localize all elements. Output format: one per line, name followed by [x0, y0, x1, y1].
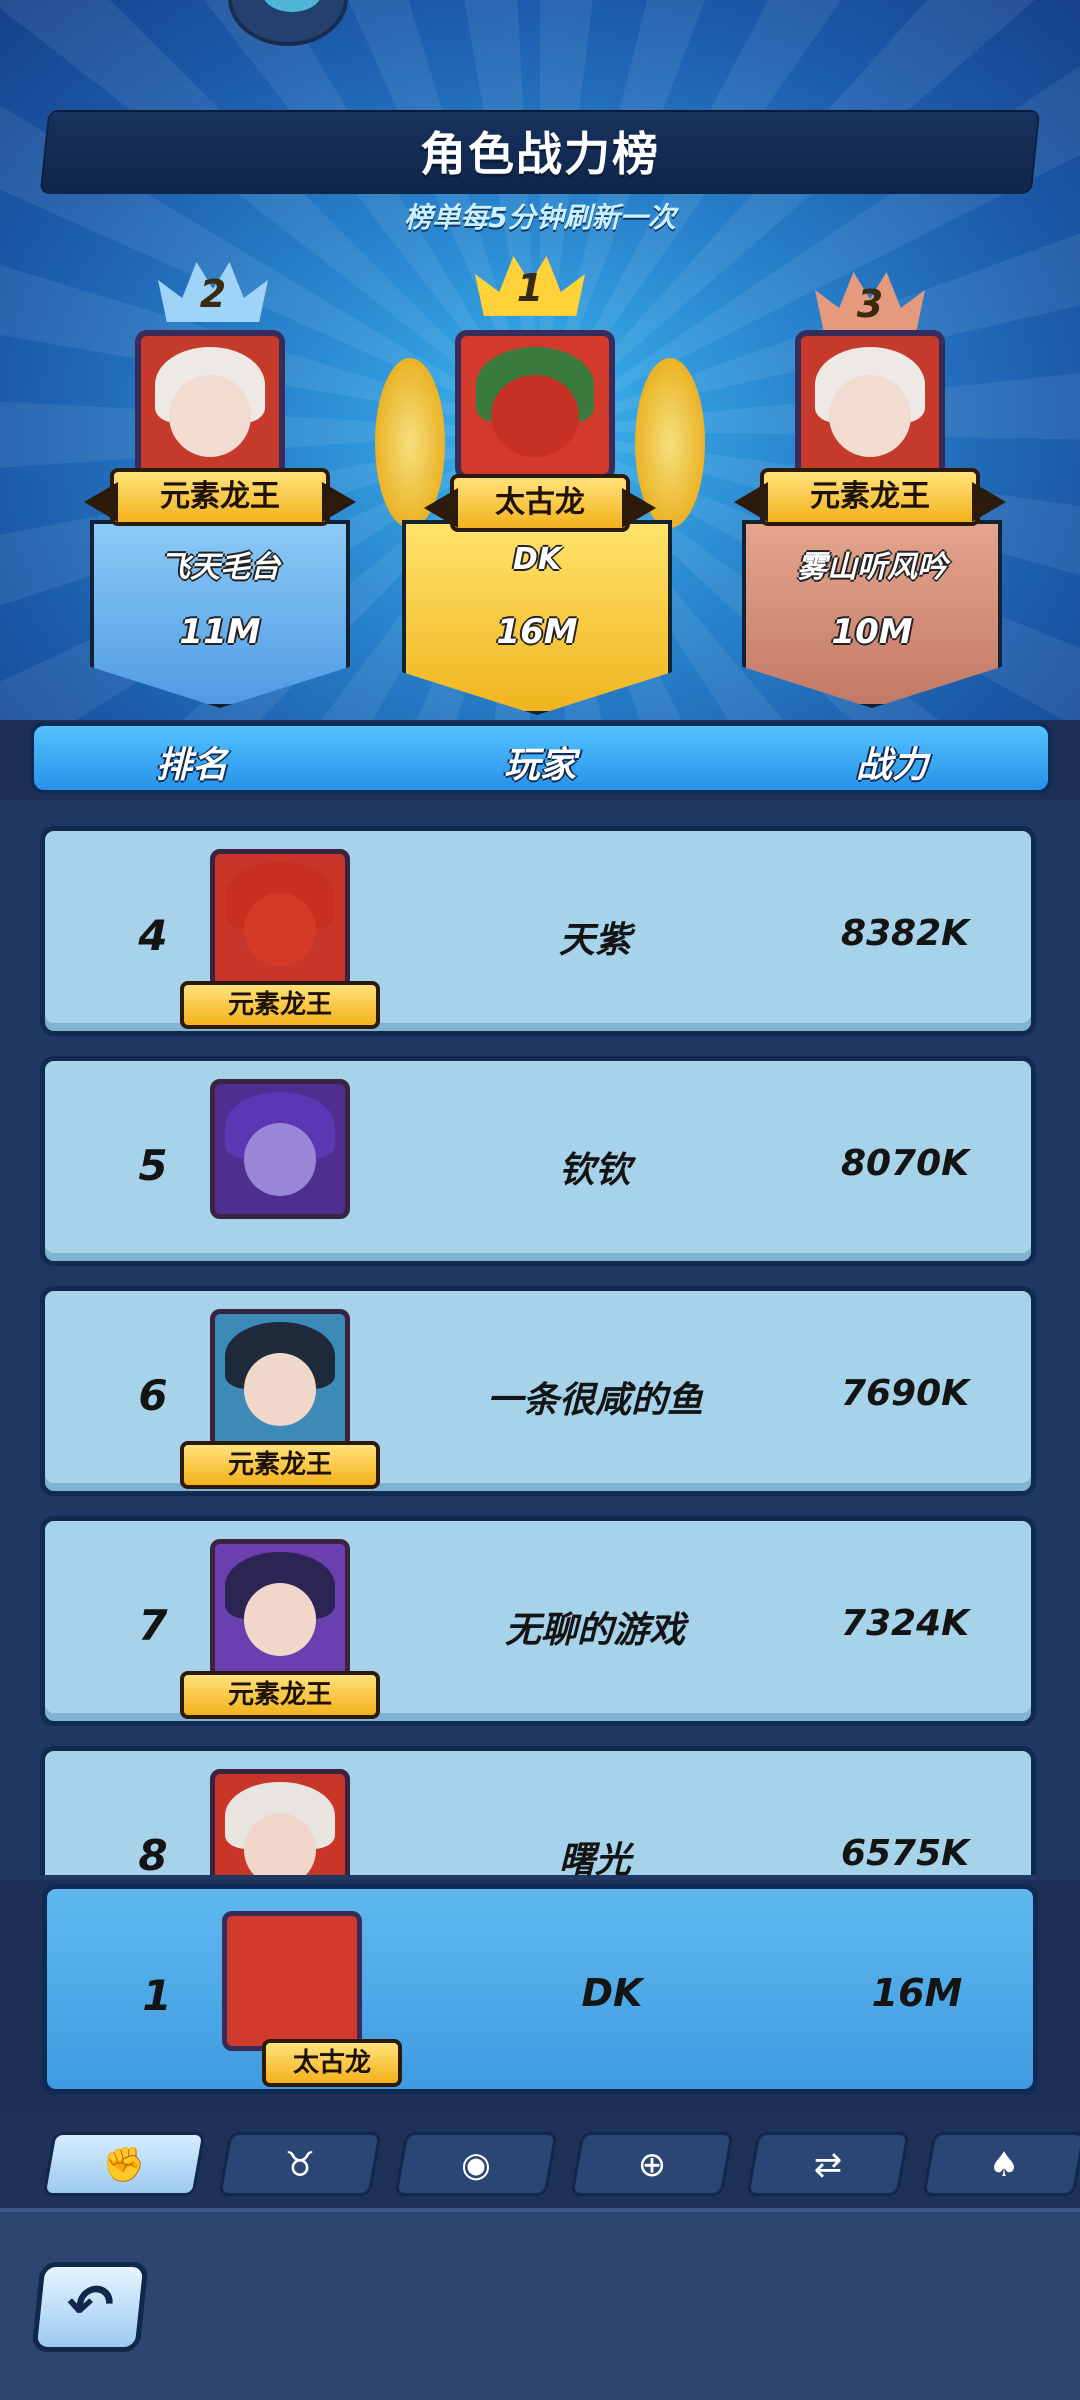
refresh-note: 榜单每5分钟刷新一次	[404, 201, 676, 234]
row-rank: 8	[138, 1831, 168, 1875]
title-badge: 太古龙	[262, 2039, 402, 2087]
row-power: 6575K	[840, 1833, 970, 1874]
column-rank: 排名	[156, 745, 229, 786]
crown-icon: 2	[158, 252, 268, 322]
swap-card-icon: ⇄	[813, 2145, 843, 2185]
player-avatar	[210, 1769, 350, 1875]
list-item[interactable]: 7 元素龙王 无聊的游戏 7324K	[40, 1516, 1036, 1726]
list-item[interactable]: 6 元素龙王 一条很咸的鱼 7690K	[40, 1286, 1036, 1496]
player-portrait	[455, 330, 615, 480]
player-avatar	[210, 1539, 350, 1679]
my-rank: 1	[142, 1971, 172, 2020]
crown-icon: 3	[815, 262, 925, 332]
row-player-name: 钦钦	[558, 1150, 631, 1191]
row-player-name: 一条很咸的鱼	[486, 1380, 703, 1421]
row-power: 8382K	[840, 913, 970, 954]
title-badge: 太古龙	[450, 474, 630, 532]
column-header: 排名 玩家 战力	[30, 722, 1052, 794]
row-rank: 7	[138, 1601, 168, 1650]
podium-player-name: DK	[512, 542, 562, 577]
list-item[interactable]: 4 元素龙王 天紫 8382K	[40, 826, 1036, 1036]
podium-player-name: 飞天毛台	[160, 550, 280, 585]
player-portrait	[135, 330, 285, 480]
player-avatar	[210, 1309, 350, 1449]
podium-power: 16M	[496, 612, 578, 652]
podium-rank: 1	[516, 266, 544, 310]
my-player-name: DK	[581, 1971, 643, 2015]
player-avatar	[210, 1079, 350, 1219]
row-player-name: 天紫	[558, 920, 631, 961]
my-avatar	[222, 1911, 362, 2051]
row-power: 7324K	[840, 1603, 970, 1644]
podium-rank: 3	[856, 282, 884, 326]
podium-power: 10M	[831, 612, 913, 652]
title-badge: 元素龙王	[180, 1441, 380, 1489]
podium-player-name: 雾山听风吟	[797, 550, 947, 585]
player-avatar	[210, 849, 350, 989]
fist-icon: ✊	[102, 2145, 146, 2185]
row-rank: 6	[138, 1371, 168, 1420]
row-player-name: 无聊的游戏	[504, 1610, 685, 1651]
my-power: 16M	[871, 1971, 963, 2015]
list-item[interactable]: 8 曙光 6575K	[40, 1746, 1036, 1875]
spiral-card-icon: ◉	[461, 2145, 491, 2185]
row-rank: 4	[138, 911, 168, 960]
back-arrow-icon: ↶	[63, 2273, 118, 2338]
player-portrait	[795, 330, 945, 480]
title-badge: 元素龙王	[180, 981, 380, 1029]
column-power: 战力	[856, 745, 929, 786]
podium-rank: 2	[199, 272, 227, 316]
bull-horns-icon: ♉	[284, 2145, 316, 2185]
title-badge: 元素龙王	[760, 468, 980, 526]
ranking-list[interactable]: 4 元素龙王 天紫 8382K 5 钦钦 8070K 6 元素龙王 一条很咸的鱼…	[0, 820, 1080, 1875]
row-rank: 5	[138, 1141, 168, 1190]
back-button[interactable]: ↶	[31, 2262, 149, 2352]
spade-card-icon: ♠	[988, 2145, 1020, 2185]
column-player: 玩家	[504, 745, 577, 786]
row-power: 8070K	[840, 1143, 970, 1184]
page-title: 角色战力榜	[420, 127, 660, 181]
bottom-panel	[0, 2208, 1080, 2400]
crown-icon: 1	[475, 246, 585, 316]
shield-card-icon: ⊕	[637, 2145, 667, 2185]
row-power: 7690K	[840, 1373, 970, 1414]
title-badge: 元素龙王	[180, 1671, 380, 1719]
podium-power: 11M	[179, 612, 261, 652]
my-rank-row[interactable]: 1 太古龙 DK 16M	[42, 1884, 1038, 2094]
title-badge: 元素龙王	[110, 468, 330, 526]
list-item[interactable]: 5 钦钦 8070K	[40, 1056, 1036, 1266]
row-player-name: 曙光	[558, 1840, 631, 1875]
